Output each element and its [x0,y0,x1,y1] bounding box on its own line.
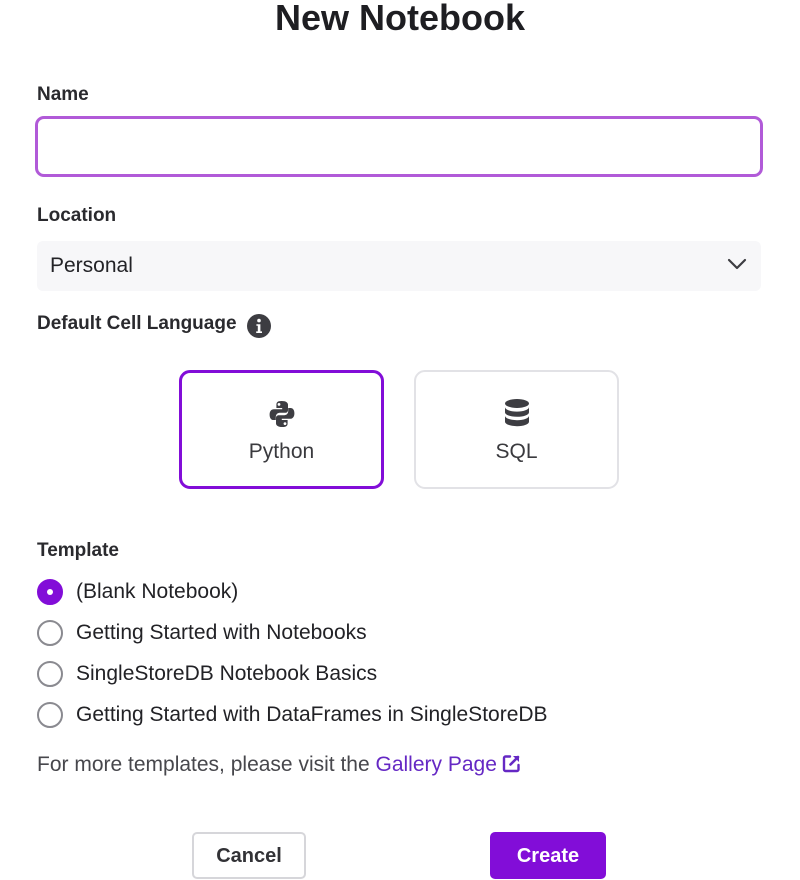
location-label: Location [37,205,117,226]
radio-button-checked[interactable] [37,579,63,605]
name-input[interactable] [35,116,763,177]
database-icon [504,399,529,427]
template-label: Template [37,540,120,561]
python-icon [269,401,294,427]
chevron-down-icon [727,258,747,270]
gallery-hint-text: For more templates, please visit the [37,753,376,776]
create-button[interactable]: Create [490,832,606,879]
dialog-title: New Notebook [274,0,525,38]
radio-button[interactable] [37,620,63,646]
template-option-label: Getting Started with DataFrames in Singl… [76,703,548,726]
location-selected-value: Personal [50,254,133,277]
language-option-label: Python [248,440,315,463]
gallery-page-link[interactable]: Gallery Page [375,753,520,776]
template-option-label: (Blank Notebook) [76,580,239,603]
gallery-hint: For more templates, please visit the Gal… [37,753,521,777]
radio-button[interactable] [37,661,63,687]
language-option-label: SQL [495,440,538,463]
template-option-label: SingleStoreDB Notebook Basics [76,662,378,685]
cell-language-label: Default Cell Language [37,313,237,334]
language-option-python[interactable]: Python [179,370,384,489]
name-label: Name [37,84,89,105]
cancel-button[interactable]: Cancel [192,832,306,879]
language-option-sql[interactable]: SQL [414,370,619,489]
gallery-link-label[interactable]: Gallery Page [375,753,496,776]
info-circle-icon[interactable] [246,313,272,339]
location-select[interactable]: Personal [37,241,761,291]
external-link-icon[interactable] [502,754,521,773]
radio-button[interactable] [37,702,63,728]
template-option-label: Getting Started with Notebooks [76,621,367,644]
